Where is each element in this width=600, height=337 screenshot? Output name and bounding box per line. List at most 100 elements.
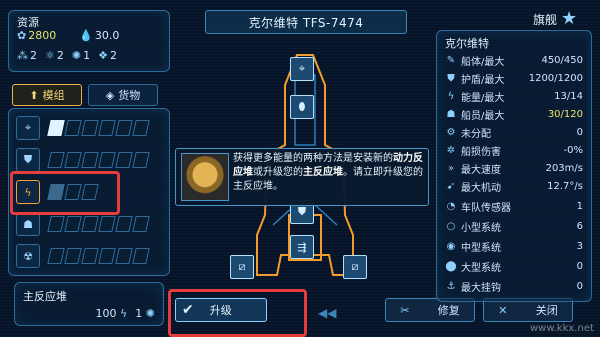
- stat-shield: ⛊ 护盾/最大 1200/1200: [445, 71, 583, 86]
- credits-display: ✿ 2800: [17, 29, 57, 42]
- flagship-toggle[interactable]: 旗舰 ★: [533, 10, 577, 28]
- advisor-portrait: [181, 153, 229, 201]
- resources-title: 资源: [17, 16, 39, 29]
- energy-icon: ϟ: [120, 307, 128, 320]
- stat-sensor: ◔ 车队传感器 1: [446, 201, 583, 214]
- credits-icon: ✿: [17, 29, 27, 42]
- module-slot: [81, 248, 99, 264]
- ship-slot-weapon[interactable]: ⌖: [290, 57, 314, 81]
- shield-icon: ⛊: [447, 73, 455, 84]
- cube-icon: ◈: [105, 88, 115, 102]
- module-slot: [81, 152, 99, 168]
- stat-damage: ✲ 船损伤害 -0%: [446, 145, 583, 158]
- module-slot: [64, 248, 82, 264]
- damage-icon: ✲: [446, 145, 456, 156]
- speed-icon: »: [447, 163, 455, 174]
- hook-icon: ⚓: [446, 281, 456, 292]
- module-row-shield[interactable]: ⛊: [16, 148, 150, 172]
- resource-item-1: ⁂ 2: [17, 49, 37, 62]
- stat-energy: ϟ 能量/最大 13/14: [445, 89, 583, 104]
- molecule-icon: ⚛: [45, 49, 55, 62]
- resources-panel: 资源 ✿ 2800 💧 30.0 ⁂ 2 ⚛ 2 ✺ 1 ❖ 2: [8, 10, 170, 72]
- resource-item-4: ❖ 2: [98, 49, 117, 62]
- module-slot: [115, 120, 133, 136]
- small-system-icon: ○: [446, 221, 456, 232]
- weapon-icon: ⌖: [16, 116, 40, 140]
- main-reactor-panel[interactable]: 主反应堆 100 ϟ 1 ✺: [14, 282, 164, 326]
- ship-stats-panel: 克尔维特 ✎ 船体/最大 450/450 ⛊ 护盾/最大 1200/1200 ϟ 能量/最…: [436, 30, 592, 302]
- inventory-tabs: ⬆ 模组 ◈ 货物: [12, 84, 158, 106]
- maneuver-icon: ➹: [446, 181, 456, 192]
- stat-hooks: ⚓ 最大挂钩 0: [446, 281, 583, 294]
- ship-slot-left[interactable]: ⧄: [230, 255, 254, 279]
- stats-title: 克尔维特: [445, 37, 489, 50]
- energy-icon: ϟ: [447, 91, 455, 102]
- stat-crew: ☗ 船员/最大 30/120: [446, 109, 583, 122]
- module-slot: [98, 120, 116, 136]
- module-slot: [47, 152, 65, 168]
- module-slot: [132, 248, 150, 264]
- module-row-weapon[interactable]: ⌖: [16, 116, 150, 140]
- ship-slot-engine[interactable]: ⇶: [290, 235, 314, 259]
- flagship-label: 旗舰: [533, 12, 558, 27]
- medium-system-icon: ◉: [446, 241, 456, 252]
- module-slot: [98, 152, 116, 168]
- module-slot: [47, 248, 65, 264]
- upload-icon: ⬆: [29, 88, 39, 102]
- tab-modules[interactable]: ⬆ 模组: [12, 84, 82, 106]
- module-slot: [132, 120, 150, 136]
- module-slot: [132, 152, 150, 168]
- crew-icon: ☗: [446, 109, 456, 120]
- hull-icon: ✎: [446, 55, 456, 66]
- crystal-icon: ❖: [98, 49, 108, 62]
- tab-cargo[interactable]: ◈ 货物: [88, 84, 158, 106]
- module-slot: [64, 152, 82, 168]
- wrench-icon: ✂: [400, 303, 410, 317]
- module-slot: [81, 120, 99, 136]
- stat-speed: » 最大速度 203m/s: [445, 161, 583, 176]
- module-row-radiation[interactable]: ☢: [16, 244, 150, 268]
- module-slot: [81, 216, 99, 232]
- stat-maneuver: ➹ 最大机动 12.7°/s: [446, 181, 583, 194]
- stat-medium-systems: ◉ 中型系统 3: [446, 241, 583, 254]
- close-icon: ✕: [498, 303, 508, 317]
- module-row-crew[interactable]: ☗: [16, 212, 150, 236]
- reactor-name: 主反应堆: [23, 290, 67, 303]
- module-slot: [115, 248, 133, 264]
- tooltip-text: 获得更多能量的两种方法是安装新的动力反应堆或升级您的主反应堆。请立即升级您的主反…: [233, 153, 423, 192]
- module-slot: [47, 120, 65, 136]
- atom-icon: ✺: [145, 307, 155, 320]
- resource-item-2: ⚛ 2: [45, 49, 64, 62]
- network-icon: ⁂: [17, 49, 28, 62]
- tutorial-highlight-energy: [10, 171, 120, 215]
- gear-icon: ⚙: [446, 127, 456, 138]
- atom-icon: ✺: [71, 49, 82, 62]
- module-slot: [115, 152, 133, 168]
- module-slot: [47, 216, 65, 232]
- ship-name-title: 克尔维特 TFS-7474: [205, 10, 407, 34]
- module-slot: [115, 216, 133, 232]
- stat-small-systems: ○ 小型系统 6: [446, 221, 583, 234]
- tutorial-tooltip: 获得更多能量的两种方法是安装新的动力反应堆或升级您的主反应堆。请立即升级您的主反…: [175, 148, 429, 206]
- tutorial-highlight-upgrade: [168, 289, 307, 337]
- reactor-power: 100 ϟ: [95, 307, 128, 320]
- module-slot: [64, 120, 82, 136]
- ship-slot-right[interactable]: ⧄: [343, 255, 367, 279]
- module-slot: [64, 216, 82, 232]
- module-slot: [98, 216, 116, 232]
- stat-unassigned: ⚙ 未分配 0: [446, 127, 583, 140]
- module-slot: [132, 216, 150, 232]
- shield-icon: ⛊: [16, 148, 40, 172]
- ship-slot-missile[interactable]: ⬮: [290, 95, 314, 119]
- stat-large-systems: ⬤ 大型系统 0: [445, 261, 583, 274]
- fuel-drop-icon: 💧: [79, 29, 93, 42]
- resource-item-3: ✺ 1: [71, 49, 91, 62]
- star-icon: ★: [561, 8, 578, 29]
- sensor-icon: ◔: [446, 201, 456, 212]
- fuel-display: 💧 30.0: [79, 29, 120, 42]
- crew-icon: ☗: [16, 212, 40, 236]
- chevron-icon: ◀◀: [318, 306, 337, 320]
- stat-hull: ✎ 船体/最大 450/450: [446, 55, 583, 68]
- module-slot: [98, 248, 116, 264]
- reactor-count: 1 ✺: [135, 307, 155, 320]
